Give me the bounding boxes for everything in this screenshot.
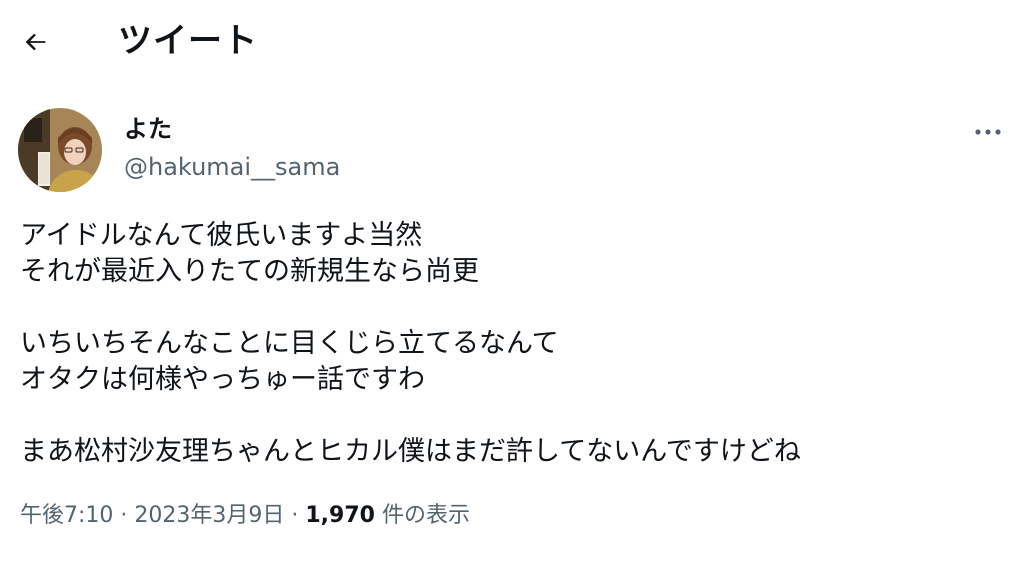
tweet-line: アイドルなんて彼氏いますよ当然 (20, 220, 423, 251)
top-header: ツイート (0, 0, 1024, 84)
avatar[interactable] (18, 108, 102, 192)
more-horizontal-icon (975, 129, 1001, 135)
tweet-time[interactable]: 午後7:10 (20, 503, 113, 528)
tweet-line: いちいちそんなことに目くじら立てるなんて (20, 328, 559, 359)
views-label: 件の表示 (374, 503, 470, 528)
meta-separator: · (284, 503, 306, 528)
author-handle[interactable]: @hakumai__sama (124, 150, 340, 184)
meta-separator: · (113, 503, 135, 528)
page-title: ツイート (118, 21, 258, 61)
tweet-date[interactable]: 2023年3月9日 (134, 503, 284, 528)
author-display-name[interactable]: よた (124, 112, 172, 146)
back-button[interactable] (14, 20, 58, 64)
views-count: 1,970 (305, 503, 375, 528)
arrow-left-icon (25, 33, 46, 51)
tweet-metadata: 午後7:10 · 2023年3月9日 · 1,970 件の表示 (20, 500, 470, 532)
tweet-line: それが最近入りたての新規生なら尚更 (20, 256, 479, 287)
tweet-text: アイドルなんて彼氏いますよ当然 それが最近入りたての新規生なら尚更 いちいちそん… (20, 218, 1010, 470)
user-avatar-image (18, 108, 102, 192)
tweet-line: オタクは何様やっちゅー話ですわ (20, 364, 425, 395)
tweet-line: まあ松村沙友理ちゃんとヒカル僕はまだ許してないんですけどね (20, 436, 801, 467)
more-options-button[interactable] (966, 114, 1010, 150)
